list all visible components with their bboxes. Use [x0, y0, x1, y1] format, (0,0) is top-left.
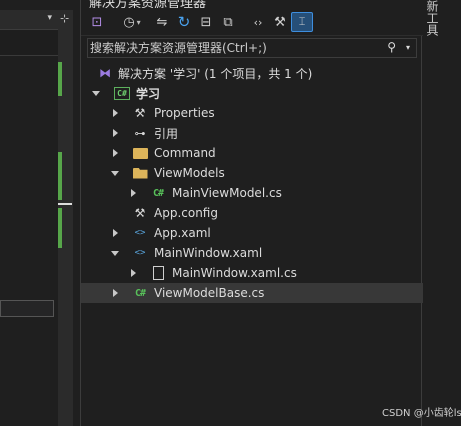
search-icon[interactable]: ⚲: [387, 40, 396, 54]
change-marker: [58, 152, 62, 200]
chevron-down-icon[interactable]: ▾: [406, 43, 410, 52]
tree-item-viewmodelbase[interactable]: C# ViewModelBase.cs: [81, 283, 423, 303]
solution-icon: ⧓: [99, 66, 111, 80]
expand-arrow-icon[interactable]: [91, 83, 101, 103]
tree-item-label: Command: [154, 146, 216, 160]
new-tool-tab[interactable]: 新工具: [425, 0, 441, 38]
xaml-icon: <>: [134, 228, 146, 238]
tree-item-references[interactable]: ⊶ 引用: [81, 123, 423, 143]
chevron-down-icon[interactable]: ▾: [47, 13, 52, 23]
panel-title: 解决方案资源管理器: [89, 0, 207, 8]
collapse-all-button[interactable]: ⊟: [197, 12, 215, 32]
search-input[interactable]: [90, 40, 380, 56]
collapse-arrow-icon[interactable]: [128, 263, 138, 283]
scroll-position-marker: [58, 203, 72, 205]
tree-item-label: 引用: [154, 126, 179, 141]
config-icon: ⚒: [134, 206, 146, 220]
collapse-arrow-icon[interactable]: [128, 183, 138, 203]
code-icon: ‹›: [253, 15, 263, 29]
show-all-files-button[interactable]: ⧉: [219, 12, 237, 32]
tree-item-label: App.config: [154, 206, 218, 220]
chevron-down-icon: ▾: [136, 17, 141, 27]
references-icon: ⊶: [134, 126, 146, 140]
page-icon: [152, 266, 164, 280]
csharp-project-icon: C#: [114, 86, 130, 100]
search-box[interactable]: ⚲ ▾: [87, 38, 417, 58]
csharp-file-icon: C#: [152, 187, 164, 199]
properties-button[interactable]: ⚒: [271, 12, 289, 32]
solution-explorer-toolbar: ⊡ ◷ ▾ ⇋ ↻ ⊟ ⧉ ‹› ⚒ ⌶: [81, 8, 423, 36]
tree-item-command-folder[interactable]: Command: [81, 143, 423, 163]
change-marker: [58, 62, 62, 96]
wrench-icon: ⚒: [134, 106, 146, 120]
tree-item-viewmodels-folder[interactable]: ViewModels: [81, 163, 423, 183]
tree-item-mainwindow-xaml[interactable]: <> MainWindow.xaml: [81, 243, 423, 263]
tree-item-mainwindow-xaml-cs[interactable]: MainWindow.xaml.cs: [81, 263, 423, 283]
refresh-icon: ↻: [177, 13, 191, 31]
sync-button[interactable]: ⇋: [153, 12, 171, 32]
tree-item-label: ViewModelBase.cs: [154, 286, 265, 300]
collapse-arrow-icon[interactable]: [110, 143, 120, 163]
solution-explorer-panel: 解决方案资源管理器 ⊡ ◷▾ ⇋ ↻ ⊟ ⧉ ‹› ⚒ ⌶ ⚲: [80, 0, 423, 426]
editor-strip: ▾ ⊹: [0, 0, 76, 426]
preview-button[interactable]: ⌶: [291, 12, 313, 32]
sync-icon: ⇋: [156, 14, 168, 30]
page-icon-wrap: [149, 265, 167, 281]
change-marker: [58, 208, 62, 248]
tree-item-label: ViewModels: [154, 166, 225, 180]
panel-title-bar: 解决方案资源管理器: [81, 0, 423, 8]
collapse-arrow-icon[interactable]: [110, 283, 120, 303]
history-icon: ◷: [123, 14, 135, 30]
tree-item-label: MainViewModel.cs: [172, 186, 282, 200]
expand-arrow-icon[interactable]: [110, 243, 120, 263]
right-tool-tab-strip: 新工具: [423, 0, 461, 426]
collapse-arrow-icon[interactable]: [110, 123, 120, 143]
view-code-button[interactable]: ‹›: [249, 12, 267, 32]
tree-item-mainviewmodel[interactable]: C# MainViewModel.cs: [81, 183, 423, 203]
editor-dropdown-bar[interactable]: ▾: [0, 10, 58, 30]
tree-item-solution[interactable]: ⧓ 解决方案 '学习' (1 个项目，共 1 个): [81, 63, 423, 83]
folder-icon: [132, 147, 148, 159]
tree-item-properties[interactable]: ⚒ Properties: [81, 103, 423, 123]
tree-item-app-config[interactable]: ⚒ App.config: [81, 203, 423, 223]
folder-icon-wrap: [131, 145, 149, 161]
tree-item-label: Properties: [154, 106, 215, 120]
collapse-all-icon: ⊟: [200, 14, 212, 30]
expand-arrow-icon[interactable]: [110, 163, 120, 183]
switch-views-icon: ⊡: [91, 14, 103, 30]
tree-item-label: MainWindow.xaml: [154, 246, 263, 260]
editor-input-box[interactable]: [0, 300, 54, 317]
collapse-arrow-icon[interactable]: [110, 103, 120, 123]
switch-views-button[interactable]: ⊡: [87, 12, 107, 32]
collapse-arrow-icon[interactable]: [110, 223, 120, 243]
folder-open-icon-wrap: [131, 165, 149, 181]
tree-item-label: 解决方案 '学习' (1 个项目，共 1 个): [118, 66, 313, 81]
tree-item-label: MainWindow.xaml.cs: [172, 266, 297, 280]
watermark: CSDN @小齿轮lsl: [382, 408, 461, 419]
wrench-icon: ⚒: [274, 14, 286, 30]
tree-item-app-xaml[interactable]: <> App.xaml: [81, 223, 423, 243]
csharp-file-icon: C#: [134, 287, 146, 299]
xaml-icon: <>: [134, 248, 146, 258]
folder-open-icon: [132, 167, 148, 179]
tree-item-label: 学习: [136, 86, 161, 101]
tree-item-project[interactable]: C# 学习: [81, 83, 423, 103]
editor-toolbar-area: [0, 30, 58, 56]
refresh-button[interactable]: ↻: [175, 12, 193, 32]
tree-item-label: App.xaml: [154, 226, 211, 240]
pin-arrow-icon[interactable]: ⊹: [60, 12, 69, 25]
show-all-files-icon: ⧉: [223, 14, 233, 30]
preview-icon: ⌶: [298, 15, 306, 28]
history-button[interactable]: ◷ ▾: [117, 12, 147, 32]
